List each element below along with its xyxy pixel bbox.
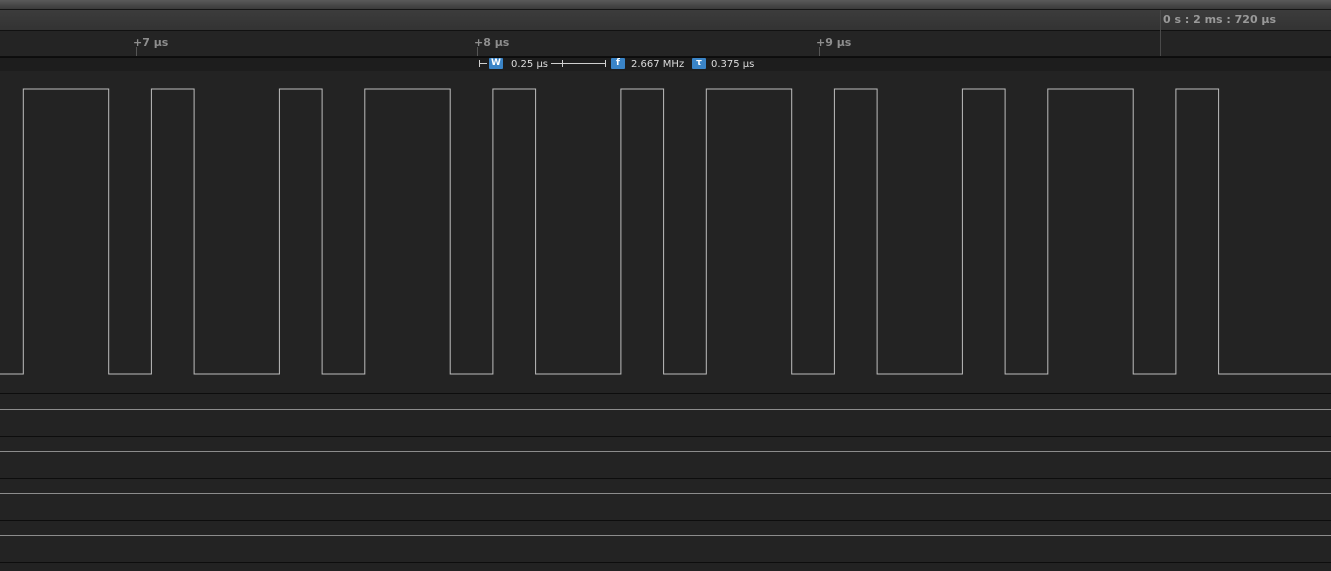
cursor-marker[interactable] xyxy=(1160,10,1161,56)
measure-mid-bracket xyxy=(562,60,563,67)
channel-0-waveform xyxy=(0,88,1331,375)
tick-label-8us: +8 µs xyxy=(474,36,510,49)
period-icon[interactable]: τ xyxy=(692,58,706,69)
channel-4-track[interactable] xyxy=(0,521,1331,562)
period-value: 0.375 µs xyxy=(711,59,755,70)
tick-mark xyxy=(136,47,137,56)
tick-label-9us: +9 µs xyxy=(816,36,852,49)
square-wave-trace xyxy=(0,88,1331,375)
measure-end-bracket xyxy=(605,60,606,67)
channel-4-flat-signal xyxy=(0,535,1331,536)
logic-analyzer-view: 0 s : 2 ms : 720 µs +7 µs +8 µs +9 µs W … xyxy=(0,0,1331,571)
channel-separator xyxy=(0,562,1331,563)
channel-3-track[interactable] xyxy=(0,479,1331,520)
absolute-time-bar xyxy=(0,10,1331,31)
channel-2-track[interactable] xyxy=(0,437,1331,478)
width-icon[interactable]: W xyxy=(489,58,503,69)
tick-mark xyxy=(819,47,820,56)
channel-2-flat-signal xyxy=(0,451,1331,452)
frequency-value: 2.667 MHz xyxy=(631,59,685,70)
channel-1-flat-signal xyxy=(0,409,1331,410)
tick-label-7us: +7 µs xyxy=(133,36,169,49)
measure-arrow-line xyxy=(551,63,605,64)
top-toolbar-strip xyxy=(0,0,1331,10)
time-ruler[interactable] xyxy=(0,31,1331,57)
channel-3-flat-signal xyxy=(0,493,1331,494)
channel-1-track[interactable] xyxy=(0,394,1331,436)
width-value: 0.25 µs xyxy=(511,59,549,70)
tick-mark xyxy=(477,47,478,56)
absolute-time-readout: 0 s : 2 ms : 720 µs xyxy=(1163,13,1277,26)
frequency-icon[interactable]: f xyxy=(611,58,625,69)
measure-arrow-line xyxy=(480,63,487,64)
